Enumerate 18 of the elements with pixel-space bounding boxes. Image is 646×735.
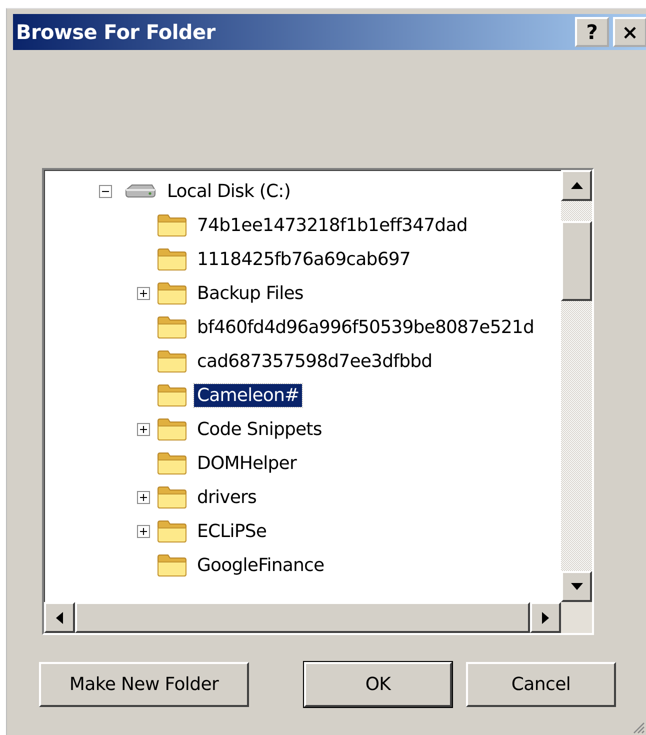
dialog-button[interactable]: Make New Folder [39, 662, 249, 707]
tree-item[interactable]: Backup Files [194, 282, 306, 304]
help-button[interactable]: ? [575, 17, 609, 47]
close-button[interactable]: × [613, 17, 646, 47]
tree-item[interactable]: GoogleFinance [194, 554, 328, 576]
tree-item[interactable]: 1118425fb76a69cab697 [194, 248, 414, 270]
tree-item[interactable]: cad687357598d7ee3dfbbd [194, 350, 436, 372]
tree-item[interactable]: drivers [194, 486, 260, 508]
tree-item[interactable]: Local Disk (C:) [164, 180, 294, 202]
tree-item[interactable]: 74b1ee1473218f1b1eff347dad [194, 214, 470, 236]
dialog-button[interactable]: OK [304, 662, 452, 707]
tree-item[interactable]: bf460fd4d96a996f50539be8087e521d [194, 316, 538, 338]
dialog-button[interactable]: Cancel [466, 662, 616, 707]
tree-item[interactable]: Cameleon# [194, 384, 302, 406]
tree-item[interactable]: Code Snippets [194, 418, 325, 440]
tree-item[interactable]: DOMHelper [194, 452, 300, 474]
tree-item[interactable]: ECLiPSe [194, 520, 270, 542]
window-title: Browse For Folder [16, 20, 216, 44]
